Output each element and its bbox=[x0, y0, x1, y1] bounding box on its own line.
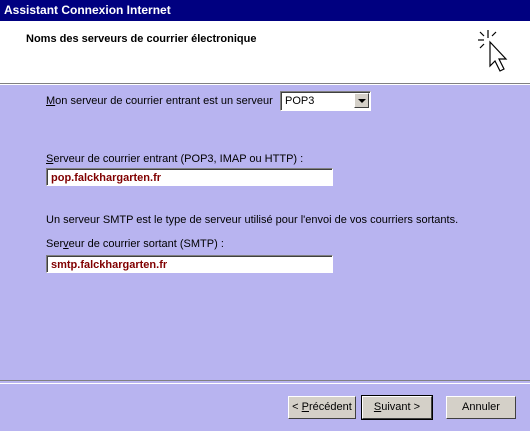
incoming-server-type-value: POP3 bbox=[285, 95, 315, 107]
chevron-down-icon[interactable] bbox=[354, 93, 369, 108]
header-separator bbox=[0, 84, 530, 85]
incoming-server-label: Serveur de courrier entrant (POP3, IMAP … bbox=[46, 153, 304, 165]
title-bar: Assistant Connexion Internet bbox=[0, 0, 530, 21]
outgoing-server-input[interactable]: smtp.falckhargarten.fr bbox=[46, 255, 333, 273]
outgoing-server-label: Serveur de courrier sortant (SMTP) : bbox=[46, 238, 224, 250]
next-button[interactable]: Suivant > bbox=[361, 395, 433, 420]
cancel-button[interactable]: Annuler bbox=[446, 396, 516, 419]
smtp-info-text: Un serveur SMTP est le type de serveur u… bbox=[46, 214, 459, 226]
footer-separator bbox=[0, 380, 530, 384]
cursor-sparkle-icon bbox=[478, 30, 508, 72]
wizard-header: Noms des serveurs de courrier électroniq… bbox=[0, 21, 530, 84]
incoming-server-type-select[interactable]: POP3 bbox=[280, 91, 371, 111]
back-button[interactable]: < Précédent bbox=[288, 396, 356, 419]
window-title: Assistant Connexion Internet bbox=[4, 3, 171, 17]
incoming-server-input[interactable]: pop.falckhargarten.fr bbox=[46, 168, 333, 186]
page-title: Noms des serveurs de courrier électroniq… bbox=[26, 33, 257, 45]
incoming-type-label: Mon serveur de courrier entrant est un s… bbox=[46, 95, 273, 107]
